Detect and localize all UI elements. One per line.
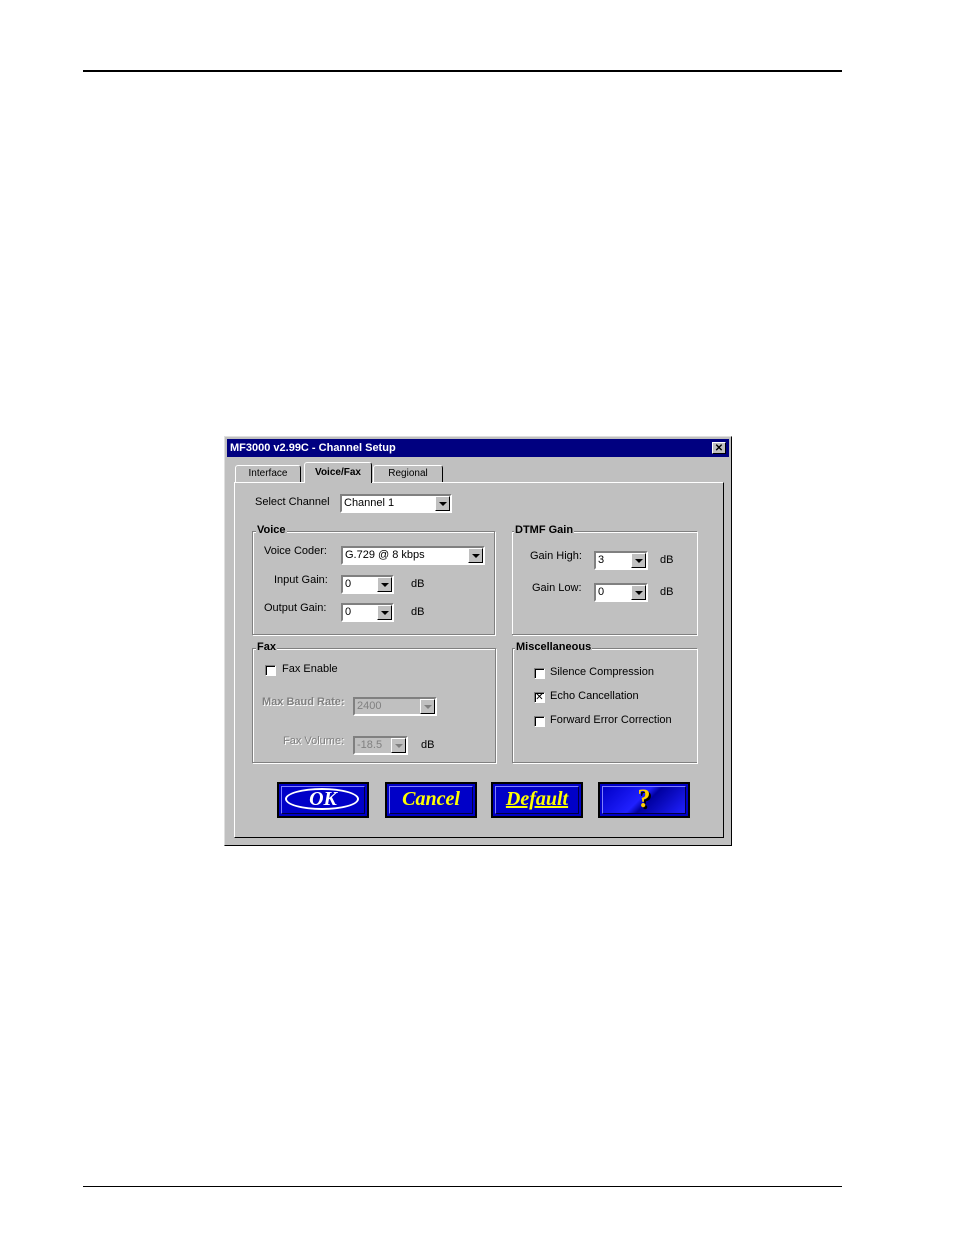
- select-channel-dropdown[interactable]: Channel 1: [340, 494, 452, 513]
- default-button-label: Default: [505, 788, 569, 810]
- fax-volume-unit: dB: [421, 739, 435, 751]
- ok-button[interactable]: OK: [277, 782, 369, 818]
- forward-error-correction-checkbox[interactable]: [534, 716, 545, 727]
- chevron-down-icon[interactable]: [391, 738, 406, 753]
- help-button[interactable]: ?: [598, 782, 690, 818]
- tab-interface-label: Interface: [248, 468, 288, 479]
- echo-cancellation-label: Echo Cancellation: [550, 690, 639, 702]
- echo-cancellation-checkbox[interactable]: ✕: [534, 692, 545, 703]
- fax-volume-value: -18.5: [357, 739, 383, 751]
- input-gain-unit: dB: [411, 578, 425, 590]
- chevron-down-icon[interactable]: [377, 605, 392, 620]
- input-gain-label: Input Gain:: [274, 574, 328, 586]
- check-mark-icon: ✕: [535, 692, 544, 703]
- tab-interface[interactable]: Interface: [235, 465, 301, 482]
- miscellaneous-title: Miscellaneous: [515, 641, 593, 653]
- page-bottom-rule: [83, 1186, 842, 1187]
- chevron-down-icon[interactable]: [420, 699, 435, 714]
- max-baud-rate-label: Max Baud Rate:: [262, 696, 345, 708]
- gain-high-unit: dB: [660, 554, 674, 566]
- gain-high-value: 3: [598, 554, 605, 566]
- fax-volume-label: Fax Volume:: [283, 735, 345, 747]
- select-channel-value: Channel 1: [344, 497, 395, 509]
- tab-voice-fax-label: Voice/Fax: [315, 467, 361, 478]
- fax-group-title: Fax: [256, 641, 277, 653]
- fax-enable-checkbox[interactable]: [265, 665, 276, 676]
- close-icon[interactable]: ✕: [712, 442, 726, 454]
- gain-low-unit: dB: [660, 586, 674, 598]
- gain-low-value: 0: [598, 586, 605, 598]
- silence-compression-label: Silence Compression: [550, 666, 654, 678]
- output-gain-value: 0: [345, 606, 352, 618]
- input-gain-value: 0: [345, 578, 352, 590]
- voice-coder-label: Voice Coder:: [264, 545, 327, 557]
- chevron-down-icon[interactable]: [631, 585, 646, 600]
- voice-group: Voice Voice Coder: G.729 @ 8 kbps Input …: [252, 524, 495, 635]
- gain-high-label: Gain High:: [530, 550, 582, 562]
- max-baud-rate-value: 2400: [357, 700, 382, 712]
- fax-volume-dropdown[interactable]: -18.5: [353, 736, 408, 755]
- cancel-button[interactable]: Cancel: [385, 782, 477, 818]
- page-top-rule: [83, 70, 842, 72]
- window-title: MF3000 v2.99C - Channel Setup: [230, 442, 396, 454]
- select-channel-label: Select Channel: [255, 496, 330, 508]
- channel-setup-dialog: MF3000 v2.99C - Channel Setup ✕ Interfac…: [224, 436, 732, 846]
- dtmf-gain-group: DTMF Gain Gain High: 3 dB Gain Low: 0 dB: [512, 524, 697, 635]
- fax-group: Fax Fax Enable Max Baud Rate: 2400 Fax V…: [252, 641, 496, 763]
- chevron-down-icon[interactable]: [435, 496, 450, 511]
- forward-error-correction-label: Forward Error Correction: [550, 714, 672, 726]
- gain-low-label: Gain Low:: [532, 582, 582, 594]
- chevron-down-icon[interactable]: [468, 548, 483, 563]
- output-gain-label: Output Gain:: [264, 602, 327, 614]
- fax-enable-label: Fax Enable: [282, 663, 338, 675]
- miscellaneous-group: Miscellaneous Silence Compression ✕ Echo…: [512, 641, 697, 763]
- silence-compression-checkbox[interactable]: [534, 668, 545, 679]
- cancel-button-label: Cancel: [402, 788, 460, 810]
- max-baud-rate-dropdown[interactable]: 2400: [353, 697, 437, 716]
- ok-button-label: OK: [309, 788, 337, 810]
- output-gain-unit: dB: [411, 606, 425, 618]
- tab-voice-fax[interactable]: Voice/Fax: [304, 462, 372, 483]
- output-gain-dropdown[interactable]: 0: [341, 603, 394, 622]
- help-icon: ?: [637, 784, 651, 813]
- tab-regional-label: Regional: [388, 468, 428, 479]
- dtmf-gain-title: DTMF Gain: [514, 524, 575, 536]
- chevron-down-icon[interactable]: [631, 553, 646, 568]
- title-bar: MF3000 v2.99C - Channel Setup ✕: [227, 439, 729, 457]
- gain-low-dropdown[interactable]: 0: [594, 583, 648, 602]
- voice-coder-value: G.729 @ 8 kbps: [345, 549, 425, 561]
- default-button[interactable]: Default: [491, 782, 583, 818]
- voice-coder-dropdown[interactable]: G.729 @ 8 kbps: [341, 546, 485, 565]
- voice-group-title: Voice: [256, 524, 287, 536]
- gain-high-dropdown[interactable]: 3: [594, 551, 648, 570]
- input-gain-dropdown[interactable]: 0: [341, 575, 394, 594]
- tab-regional[interactable]: Regional: [373, 465, 443, 482]
- chevron-down-icon[interactable]: [377, 577, 392, 592]
